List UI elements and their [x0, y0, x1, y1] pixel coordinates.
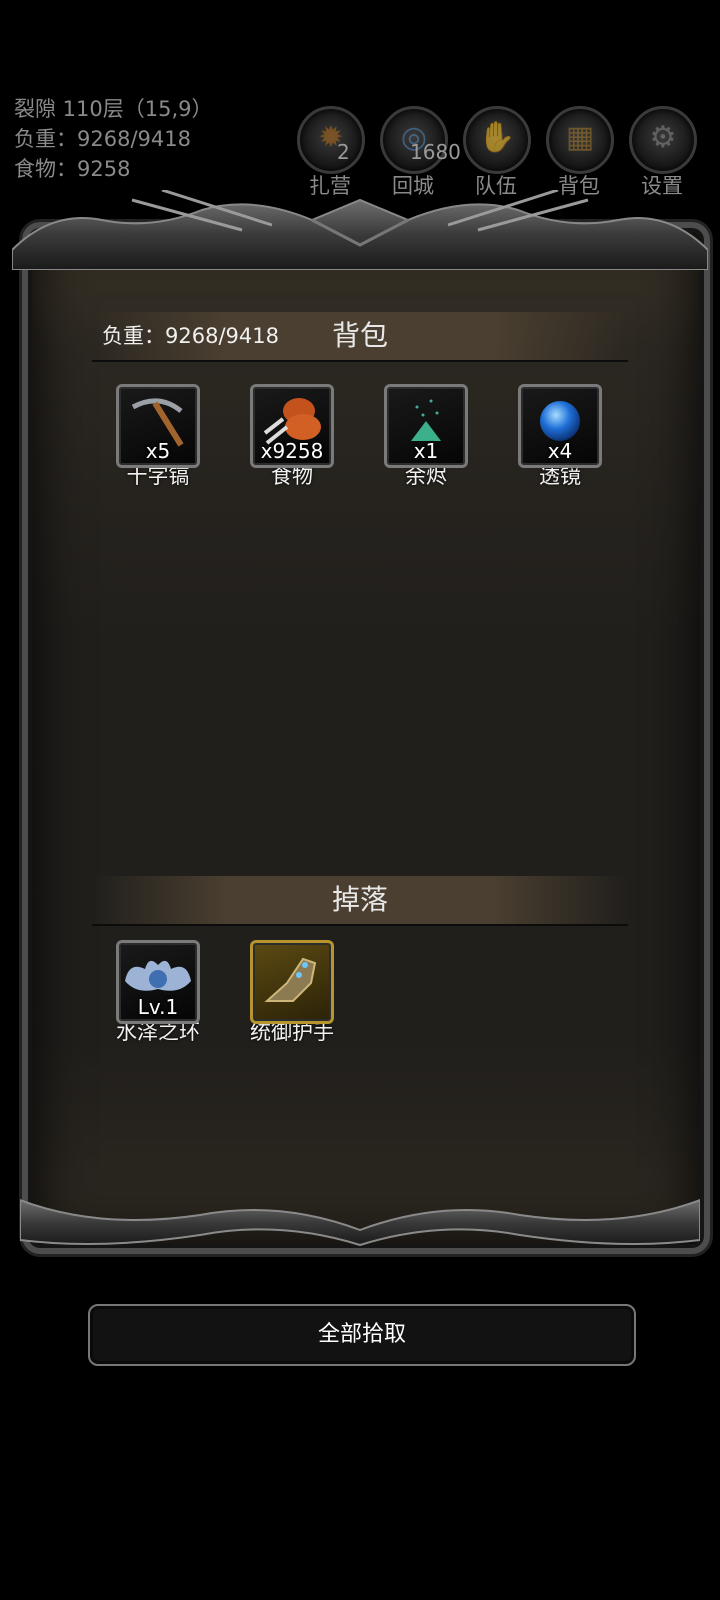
item-count: x1 [413, 439, 439, 463]
food-text: 食物：9258 [14, 157, 131, 181]
item-count: x9258 [260, 439, 324, 463]
bag-item-ember[interactable]: x1 余烬 [384, 384, 468, 490]
campfire-icon: ✹ [297, 106, 365, 174]
panel-ornament-bottom [20, 1198, 700, 1247]
return-town-badge: 1680 [410, 140, 461, 164]
inventory-panel [22, 222, 710, 1254]
pickup-all-label: 全部拾取 [317, 1322, 406, 1347]
pickup-all-button[interactable]: 全部拾取 [88, 1304, 636, 1366]
return-town-button[interactable]: ◎ 1680 回城 [380, 106, 461, 200]
settings-button[interactable]: ⚙ 设置 [629, 106, 697, 200]
item-count: x4 [547, 439, 573, 463]
weight-text: 负重：9268/9418 [14, 127, 191, 151]
bag-title: 背包 [331, 319, 388, 352]
location-text: 裂隙 110层（15,9） [14, 97, 213, 121]
team-button[interactable]: ✋ 队伍 [463, 106, 531, 200]
gear-icon: ⚙ [629, 106, 697, 174]
bag-item-lens[interactable]: x4 透镜 [518, 384, 602, 490]
backpack-icon: ▦ [546, 106, 614, 174]
gauntlet-icon [264, 957, 317, 1002]
camp-badge: 2 [337, 140, 350, 164]
panel-ornament-top [12, 190, 708, 270]
camp-button[interactable]: ✹ 2 扎营 [297, 106, 365, 200]
bag-header: 负重：9268/9418 背包 [92, 312, 628, 362]
drop-item-ring[interactable]: Lv.1 水泽之环 [116, 940, 200, 1046]
status-info: 裂隙 110层（15,9） 负重：9268/9418 食物：9258 [14, 94, 213, 184]
drop-item-gauntlet[interactable]: 统御护手 [250, 940, 334, 1046]
backpack-button[interactable]: ▦ 背包 [546, 106, 614, 200]
team-icon: ✋ [463, 106, 531, 174]
drops-header: 掉落 [92, 876, 628, 926]
bag-item-food[interactable]: x9258 食物 [250, 384, 334, 490]
item-count: x5 [145, 439, 171, 463]
item-level: Lv.1 [137, 995, 179, 1019]
drops-title: 掉落 [331, 883, 388, 916]
bag-item-pickaxe[interactable]: x5 十字镐 [116, 384, 200, 490]
